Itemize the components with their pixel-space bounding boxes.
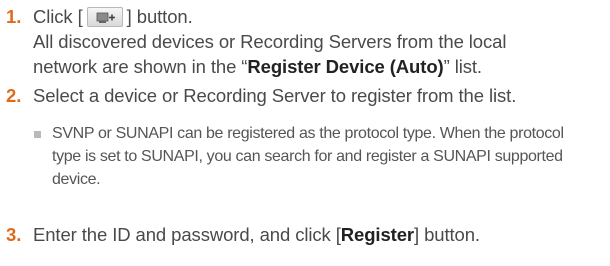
add-device-button[interactable] (86, 7, 123, 27)
step-3: 3. Enter the ID and password, and click [… (6, 222, 480, 247)
step-3-text-before: Enter the ID and password, and click [ (33, 224, 341, 245)
step-3-number: 3. (6, 224, 22, 245)
step-1: 1. Click [ ] button. All discovered devic… (6, 4, 506, 79)
step-1-description-before: network are shown in the “ (33, 56, 248, 77)
note-text: SVNP or SUNAPI can be registered as the … (52, 125, 564, 188)
step-3-text-after: ] button. (414, 224, 480, 245)
step-1-instruction: 1. Click [ ] button. (6, 4, 506, 29)
step-1-description-after: ” list. (443, 56, 482, 77)
step-1-text-after: ] button. (126, 6, 193, 27)
step-1-description-line1: All discovered devices or Recording Serv… (33, 31, 507, 52)
protocol-note: SVNP or SUNAPI can be registered as the … (34, 122, 592, 191)
add-device-icon (96, 12, 115, 23)
register-device-auto-label: Register Device (Auto) (247, 56, 444, 77)
step-2-number: 2. (6, 85, 22, 106)
step-1-number: 1. (6, 6, 22, 27)
step-1-text-before: Click [ (33, 6, 83, 27)
step-2-text: Select a device or Recording Server to r… (33, 85, 517, 106)
register-button-label: Register (340, 224, 415, 245)
note-bullet-icon (34, 131, 41, 138)
step-2: 2. Select a device or Recording Server to… (6, 83, 516, 108)
step-1-description-line2: network are shown in the “Register Devic… (6, 54, 506, 79)
